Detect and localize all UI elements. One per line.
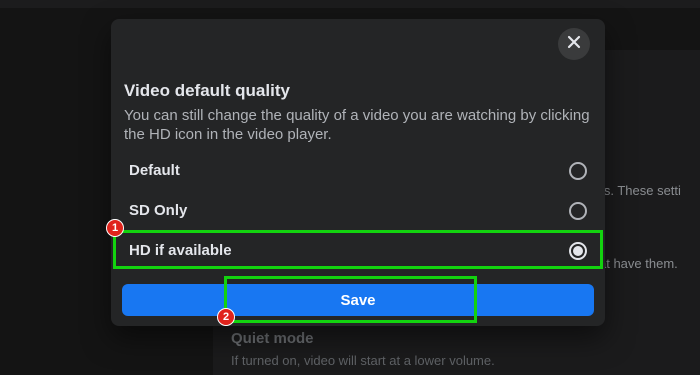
quiet-mode-description: If turned on, video will start at a lowe… [231,353,495,368]
step-badge-2: 2 [217,308,235,326]
option-label: Default [129,162,180,179]
radio-sd-only[interactable] [569,202,587,220]
top-navigation-bar [0,0,700,8]
video-quality-dialog: Video default quality You can still chan… [111,19,605,326]
dialog-title: Video default quality [124,81,290,100]
close-icon [567,35,581,54]
close-button[interactable] [558,28,590,60]
background-text-fragment: at have them. [599,256,678,271]
option-label: SD Only [129,202,188,219]
step-badge-1: 1 [106,219,124,237]
background-text-fragment: ats. These setti [593,183,681,198]
radio-default[interactable] [569,162,587,180]
option-label: HD if available [129,242,232,259]
option-default[interactable]: Default [114,154,602,188]
radio-hd-if-available[interactable] [569,242,587,260]
dialog-description: You can still change the quality of a vi… [124,107,590,143]
option-sd-only[interactable]: SD Only [114,194,602,228]
quiet-mode-heading: Quiet mode [231,330,314,347]
save-button[interactable]: Save [122,284,594,316]
option-hd-if-available[interactable]: HD if available [114,234,602,268]
